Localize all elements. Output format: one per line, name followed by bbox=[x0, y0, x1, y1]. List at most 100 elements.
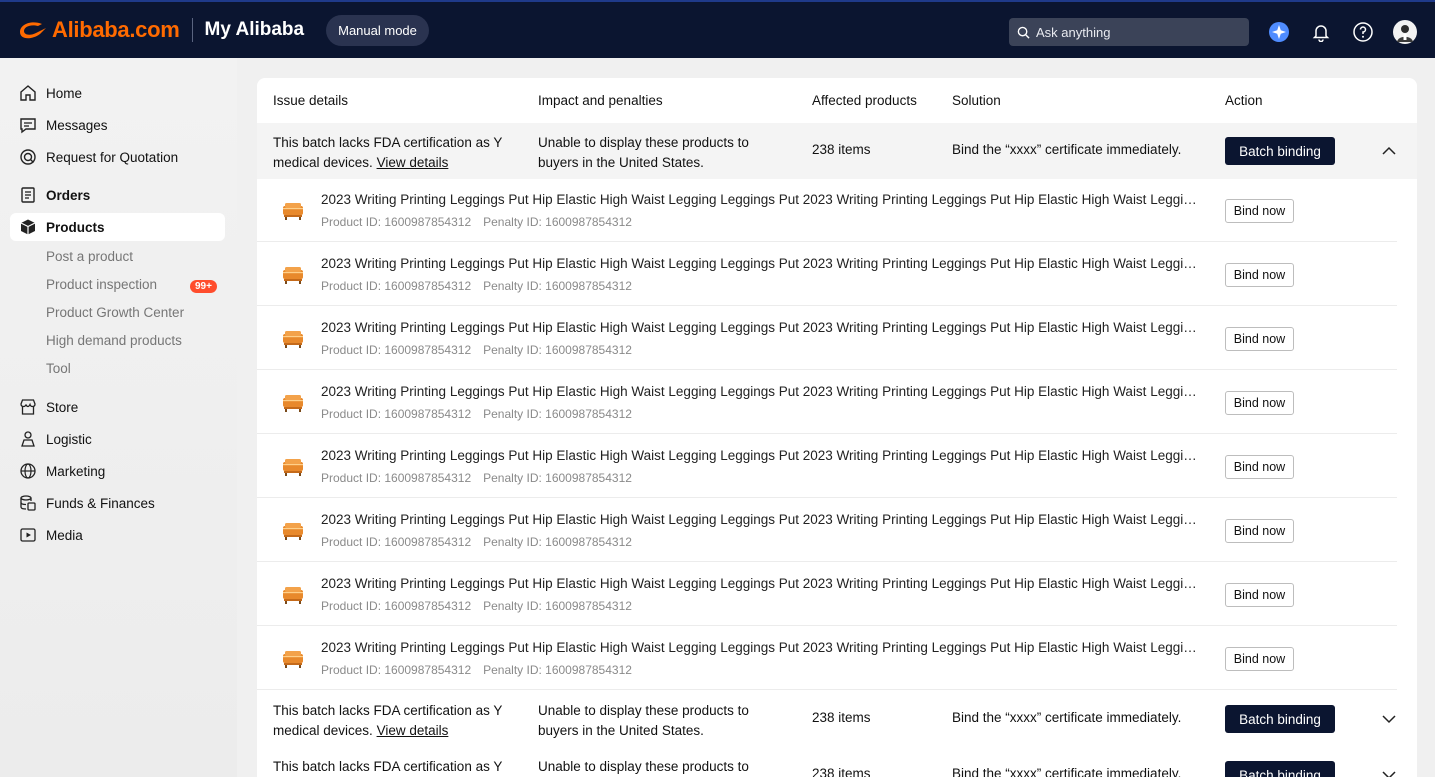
affected-count: 238 items bbox=[812, 710, 871, 725]
bind-now-button[interactable]: Bind now bbox=[1225, 199, 1294, 223]
view-details-link[interactable]: View details bbox=[377, 723, 449, 738]
issue-details: This batch lacks FDA certification as Y … bbox=[273, 701, 523, 741]
penalty-id: Penalty ID: 1600987854312 bbox=[483, 279, 632, 293]
product-row: 2023 Writing Printing Leggings Put Hip E… bbox=[257, 562, 1397, 626]
product-row: 2023 Writing Printing Leggings Put Hip E… bbox=[257, 370, 1397, 434]
impact-text: Unable to display these products to buye… bbox=[538, 135, 749, 170]
product-thumbnail bbox=[283, 587, 303, 604]
globe-icon bbox=[18, 461, 38, 481]
product-title[interactable]: 2023 Writing Printing Leggings Put Hip E… bbox=[321, 448, 1201, 463]
help-icon[interactable] bbox=[1352, 21, 1374, 43]
bell-icon[interactable] bbox=[1310, 21, 1332, 43]
alibaba-logo-icon bbox=[20, 22, 46, 39]
sidebar-subitem-growth-center[interactable]: Product Growth Center bbox=[46, 305, 184, 320]
product-meta: Product ID: 1600987854312 Penalty ID: 160… bbox=[321, 215, 632, 229]
search-bar[interactable] bbox=[1009, 18, 1249, 46]
coins-icon bbox=[18, 493, 38, 513]
manual-mode-button[interactable]: Manual mode bbox=[326, 14, 429, 46]
logistic-icon bbox=[18, 429, 38, 449]
header-divider bbox=[191, 18, 193, 42]
sidebar-item-label: Store bbox=[46, 399, 79, 415]
bind-now-button[interactable]: Bind now bbox=[1225, 455, 1294, 479]
product-row: 2023 Writing Printing Leggings Put Hip E… bbox=[257, 242, 1397, 306]
penalty-id: Penalty ID: 1600987854312 bbox=[483, 599, 632, 613]
bind-now-button[interactable]: Bind now bbox=[1225, 327, 1294, 351]
avatar[interactable] bbox=[1393, 20, 1417, 44]
cube-icon bbox=[18, 217, 38, 237]
product-id: Product ID: 1600987854312 bbox=[321, 215, 472, 229]
product-title[interactable]: 2023 Writing Printing Leggings Put Hip E… bbox=[321, 320, 1201, 335]
product-title[interactable]: 2023 Writing Printing Leggings Put Hip E… bbox=[321, 192, 1201, 207]
product-row: 2023 Writing Printing Leggings Put Hip E… bbox=[257, 178, 1397, 242]
product-title[interactable]: 2023 Writing Printing Leggings Put Hip E… bbox=[321, 576, 1201, 591]
batch-issue-row[interactable]: This batch lacks FDA certification as Y … bbox=[257, 691, 1417, 747]
product-meta: Product ID: 1600987854312 Penalty ID: 160… bbox=[321, 343, 632, 357]
sidebar-subitem-product-inspection[interactable]: Product inspection bbox=[46, 277, 157, 292]
issues-table: Issue details Impact and penalties Affec… bbox=[257, 78, 1417, 777]
batch-binding-button[interactable]: Batch binding bbox=[1225, 761, 1335, 777]
view-details-link[interactable]: View details bbox=[377, 155, 449, 170]
sidebar-item-messages[interactable]: Messages bbox=[10, 112, 225, 138]
chevron-up-icon[interactable] bbox=[1381, 143, 1397, 159]
bind-now-button[interactable]: Bind now bbox=[1225, 519, 1294, 543]
sidebar-item-label: Products bbox=[46, 219, 105, 235]
product-thumbnail bbox=[283, 395, 303, 412]
home-icon bbox=[18, 83, 38, 103]
rfq-icon bbox=[18, 147, 38, 167]
product-title[interactable]: 2023 Writing Printing Leggings Put Hip E… bbox=[321, 384, 1201, 399]
product-thumbnail bbox=[283, 267, 303, 284]
bind-now-button[interactable]: Bind now bbox=[1225, 583, 1294, 607]
penalty-id: Penalty ID: 1600987854312 bbox=[483, 343, 632, 357]
orders-icon bbox=[18, 185, 38, 205]
product-meta: Product ID: 1600987854312 Penalty ID: 160… bbox=[321, 535, 632, 549]
sidebar-item-store[interactable]: Store bbox=[10, 394, 225, 420]
chevron-down-icon[interactable] bbox=[1381, 711, 1397, 727]
product-title[interactable]: 2023 Writing Printing Leggings Put Hip E… bbox=[321, 640, 1201, 655]
sidebar-subitem-high-demand[interactable]: High demand products bbox=[46, 333, 182, 348]
sidebar-item-orders[interactable]: Orders bbox=[10, 182, 225, 208]
column-header-affected: Affected products bbox=[812, 93, 917, 108]
issue-text: This batch lacks FDA certification as Y … bbox=[273, 759, 503, 774]
sidebar-item-rfq[interactable]: Request for Quotation bbox=[10, 144, 225, 170]
column-header-impact: Impact and penalties bbox=[538, 93, 663, 108]
product-row: 2023 Writing Printing Leggings Put Hip E… bbox=[257, 498, 1397, 562]
batch-issue-row[interactable]: This batch lacks FDA certification as Y … bbox=[257, 747, 1417, 777]
penalty-id: Penalty ID: 1600987854312 bbox=[483, 407, 632, 421]
penalty-id: Penalty ID: 1600987854312 bbox=[483, 663, 632, 677]
batch-issue-row[interactable]: This batch lacks FDA certification as Y … bbox=[257, 123, 1417, 179]
batch-binding-button[interactable]: Batch binding bbox=[1225, 705, 1335, 733]
search-input[interactable] bbox=[1036, 24, 1236, 40]
solution-text: Bind the “xxxx” certificate immediately. bbox=[952, 766, 1182, 777]
message-icon bbox=[18, 115, 38, 135]
top-navigation-bar: Alibaba.com My Alibaba Manual mode bbox=[0, 0, 1435, 58]
bind-now-button[interactable]: Bind now bbox=[1225, 391, 1294, 415]
sidebar-item-label: Orders bbox=[46, 187, 91, 203]
bind-now-button[interactable]: Bind now bbox=[1225, 263, 1294, 287]
sidebar-item-marketing[interactable]: Marketing bbox=[10, 458, 225, 484]
affected-count: 238 items bbox=[812, 142, 871, 157]
product-row: 2023 Writing Printing Leggings Put Hip E… bbox=[257, 626, 1397, 690]
sidebar-item-home[interactable]: Home bbox=[10, 80, 225, 106]
notification-badge: 99+ bbox=[190, 280, 217, 293]
product-meta: Product ID: 1600987854312 Penalty ID: 160… bbox=[321, 599, 632, 613]
sidebar-subitem-tool[interactable]: Tool bbox=[46, 361, 71, 376]
batch-binding-button[interactable]: Batch binding bbox=[1225, 137, 1335, 165]
sidebar-item-media[interactable]: Media bbox=[10, 522, 225, 548]
store-icon bbox=[18, 397, 38, 417]
column-header-action: Action bbox=[1225, 93, 1263, 108]
penalty-id: Penalty ID: 1600987854312 bbox=[483, 471, 632, 485]
sidebar-item-products[interactable]: Products bbox=[10, 213, 225, 241]
sidebar-item-label: Home bbox=[46, 85, 83, 101]
product-thumbnail bbox=[283, 459, 303, 476]
sidebar-item-funds[interactable]: Funds & Finances bbox=[10, 490, 225, 516]
sidebar-item-logistic[interactable]: Logistic bbox=[10, 426, 225, 452]
product-thumbnail bbox=[283, 203, 303, 220]
sidebar-subitem-post-product[interactable]: Post a product bbox=[46, 249, 133, 264]
product-title[interactable]: 2023 Writing Printing Leggings Put Hip E… bbox=[321, 256, 1201, 271]
impact-text: Unable to display these products to buye… bbox=[538, 759, 749, 774]
product-title[interactable]: 2023 Writing Printing Leggings Put Hip E… bbox=[321, 512, 1201, 527]
ai-assistant-icon[interactable] bbox=[1268, 21, 1290, 43]
bind-now-button[interactable]: Bind now bbox=[1225, 647, 1294, 671]
chevron-down-icon[interactable] bbox=[1381, 767, 1397, 777]
alibaba-logo[interactable]: Alibaba.com bbox=[16, 17, 180, 43]
